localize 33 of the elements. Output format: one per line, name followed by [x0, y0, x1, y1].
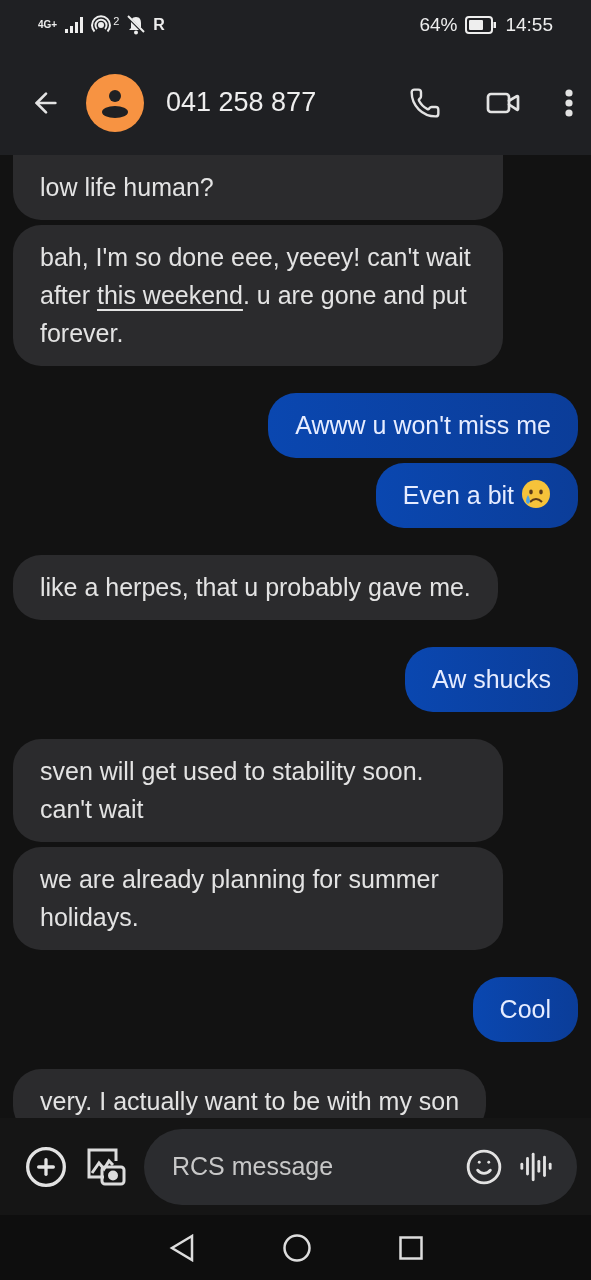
signal-icon [65, 17, 84, 33]
muted-bell-icon [127, 15, 146, 35]
sent-message: Even a bit [375, 463, 578, 528]
clock-time: 14:55 [505, 14, 553, 36]
message-link[interactable]: this weekend [97, 281, 243, 309]
roaming-indicator: R [153, 16, 165, 34]
battery-percentage: 64% [419, 14, 458, 36]
gallery-button[interactable] [86, 1146, 126, 1187]
add-button[interactable] [24, 1144, 68, 1189]
sent-message: Cool [472, 977, 578, 1042]
hotspot-count: 2 [113, 15, 120, 27]
contact-name: 041 258 877 [166, 87, 318, 118]
home-nav-icon[interactable] [282, 1233, 311, 1262]
received-message: like a herpes, that u probably gave me. [13, 555, 498, 620]
received-message: bah, I'm so done eee, yeeey! can't wait after this weekend. u are gone and put forever. [13, 225, 503, 366]
network-type: 4G+ [38, 20, 58, 30]
sent-message: Aw shucks [404, 647, 578, 712]
message-field[interactable]: RCS message [144, 1128, 577, 1205]
received-message: very. I actually want to be with my son [13, 1069, 487, 1118]
message-input[interactable]: RCS message [170, 1151, 449, 1182]
emoji-button[interactable] [465, 1147, 503, 1186]
sent-message: Awww u won't miss me [268, 393, 578, 458]
hotspot-icon [91, 15, 112, 35]
more-options-button[interactable] [565, 88, 573, 117]
contact-avatar[interactable] [86, 73, 144, 132]
received-message: low life human? [13, 155, 503, 220]
received-message: we are already planning for summer holidays. [13, 847, 503, 950]
received-message: sven will get used to stability soon. can't wait [13, 739, 503, 842]
back-nav-icon[interactable] [168, 1233, 195, 1262]
crying-face-icon [521, 479, 551, 509]
battery-icon [465, 16, 498, 34]
recents-nav-icon[interactable] [398, 1235, 423, 1260]
phone-call-button[interactable] [409, 86, 441, 119]
